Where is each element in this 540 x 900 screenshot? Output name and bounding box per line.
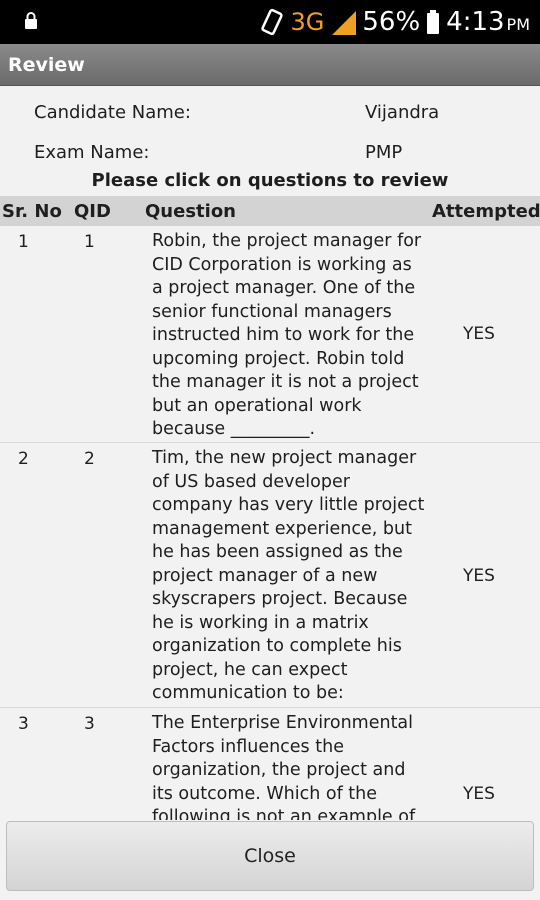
- row-question: Robin, the project manager for CID Corpo…: [152, 231, 422, 439]
- question-list[interactable]: 1 1 Robin, the project manager for CID C…: [0, 226, 540, 820]
- exam-name-value: PMP: [365, 142, 403, 163]
- row-sr-no: 1: [18, 232, 29, 252]
- network-type: 3G: [290, 8, 325, 36]
- status-bar: 3G 56% 4:13 PM: [0, 0, 540, 44]
- row-question: The Enterprise Environmental Factors inf…: [152, 713, 416, 820]
- header-attempted: Attempted: [432, 201, 540, 222]
- time: 4:13: [446, 7, 505, 37]
- page-title: Review: [8, 54, 85, 76]
- question-row[interactable]: 3 3 The Enterprise Environmental Factors…: [0, 708, 540, 820]
- clock: 4:13 PM: [446, 7, 530, 37]
- row-attempted: YES: [463, 324, 495, 344]
- exam-name-label: Exam Name:: [34, 142, 150, 163]
- battery-icon: [427, 10, 440, 34]
- phone-vibrate-icon: [261, 8, 284, 36]
- close-button[interactable]: Close: [6, 821, 534, 891]
- header-question: Question: [145, 201, 236, 222]
- candidate-name-value: Vijandra: [365, 102, 440, 123]
- title-bar: Review: [0, 44, 540, 86]
- row-sr-no: 3: [18, 714, 29, 734]
- candidate-name-label: Candidate Name:: [34, 102, 191, 123]
- table-header: Sr. No QID Question Attempted: [0, 196, 540, 226]
- row-qid: 1: [84, 232, 95, 252]
- header-sr-no: Sr. No: [2, 201, 62, 222]
- review-instruction: Please click on questions to review: [91, 170, 449, 191]
- row-qid: 3: [84, 714, 95, 734]
- question-row[interactable]: 1 1 Robin, the project manager for CID C…: [0, 226, 540, 443]
- row-question: Tim, the new project manager of US based…: [152, 448, 425, 703]
- row-sr-no: 2: [18, 449, 29, 469]
- am-pm: PM: [506, 15, 530, 34]
- battery-percent: 56%: [362, 7, 421, 37]
- row-qid: 2: [84, 449, 95, 469]
- row-attempted: YES: [463, 784, 495, 804]
- lock-icon: [25, 12, 37, 29]
- row-attempted: YES: [463, 566, 495, 586]
- question-row[interactable]: 2 2 Tim, the new project manager of US b…: [0, 443, 540, 708]
- header-qid: QID: [74, 201, 111, 222]
- signal-icon: [332, 11, 357, 35]
